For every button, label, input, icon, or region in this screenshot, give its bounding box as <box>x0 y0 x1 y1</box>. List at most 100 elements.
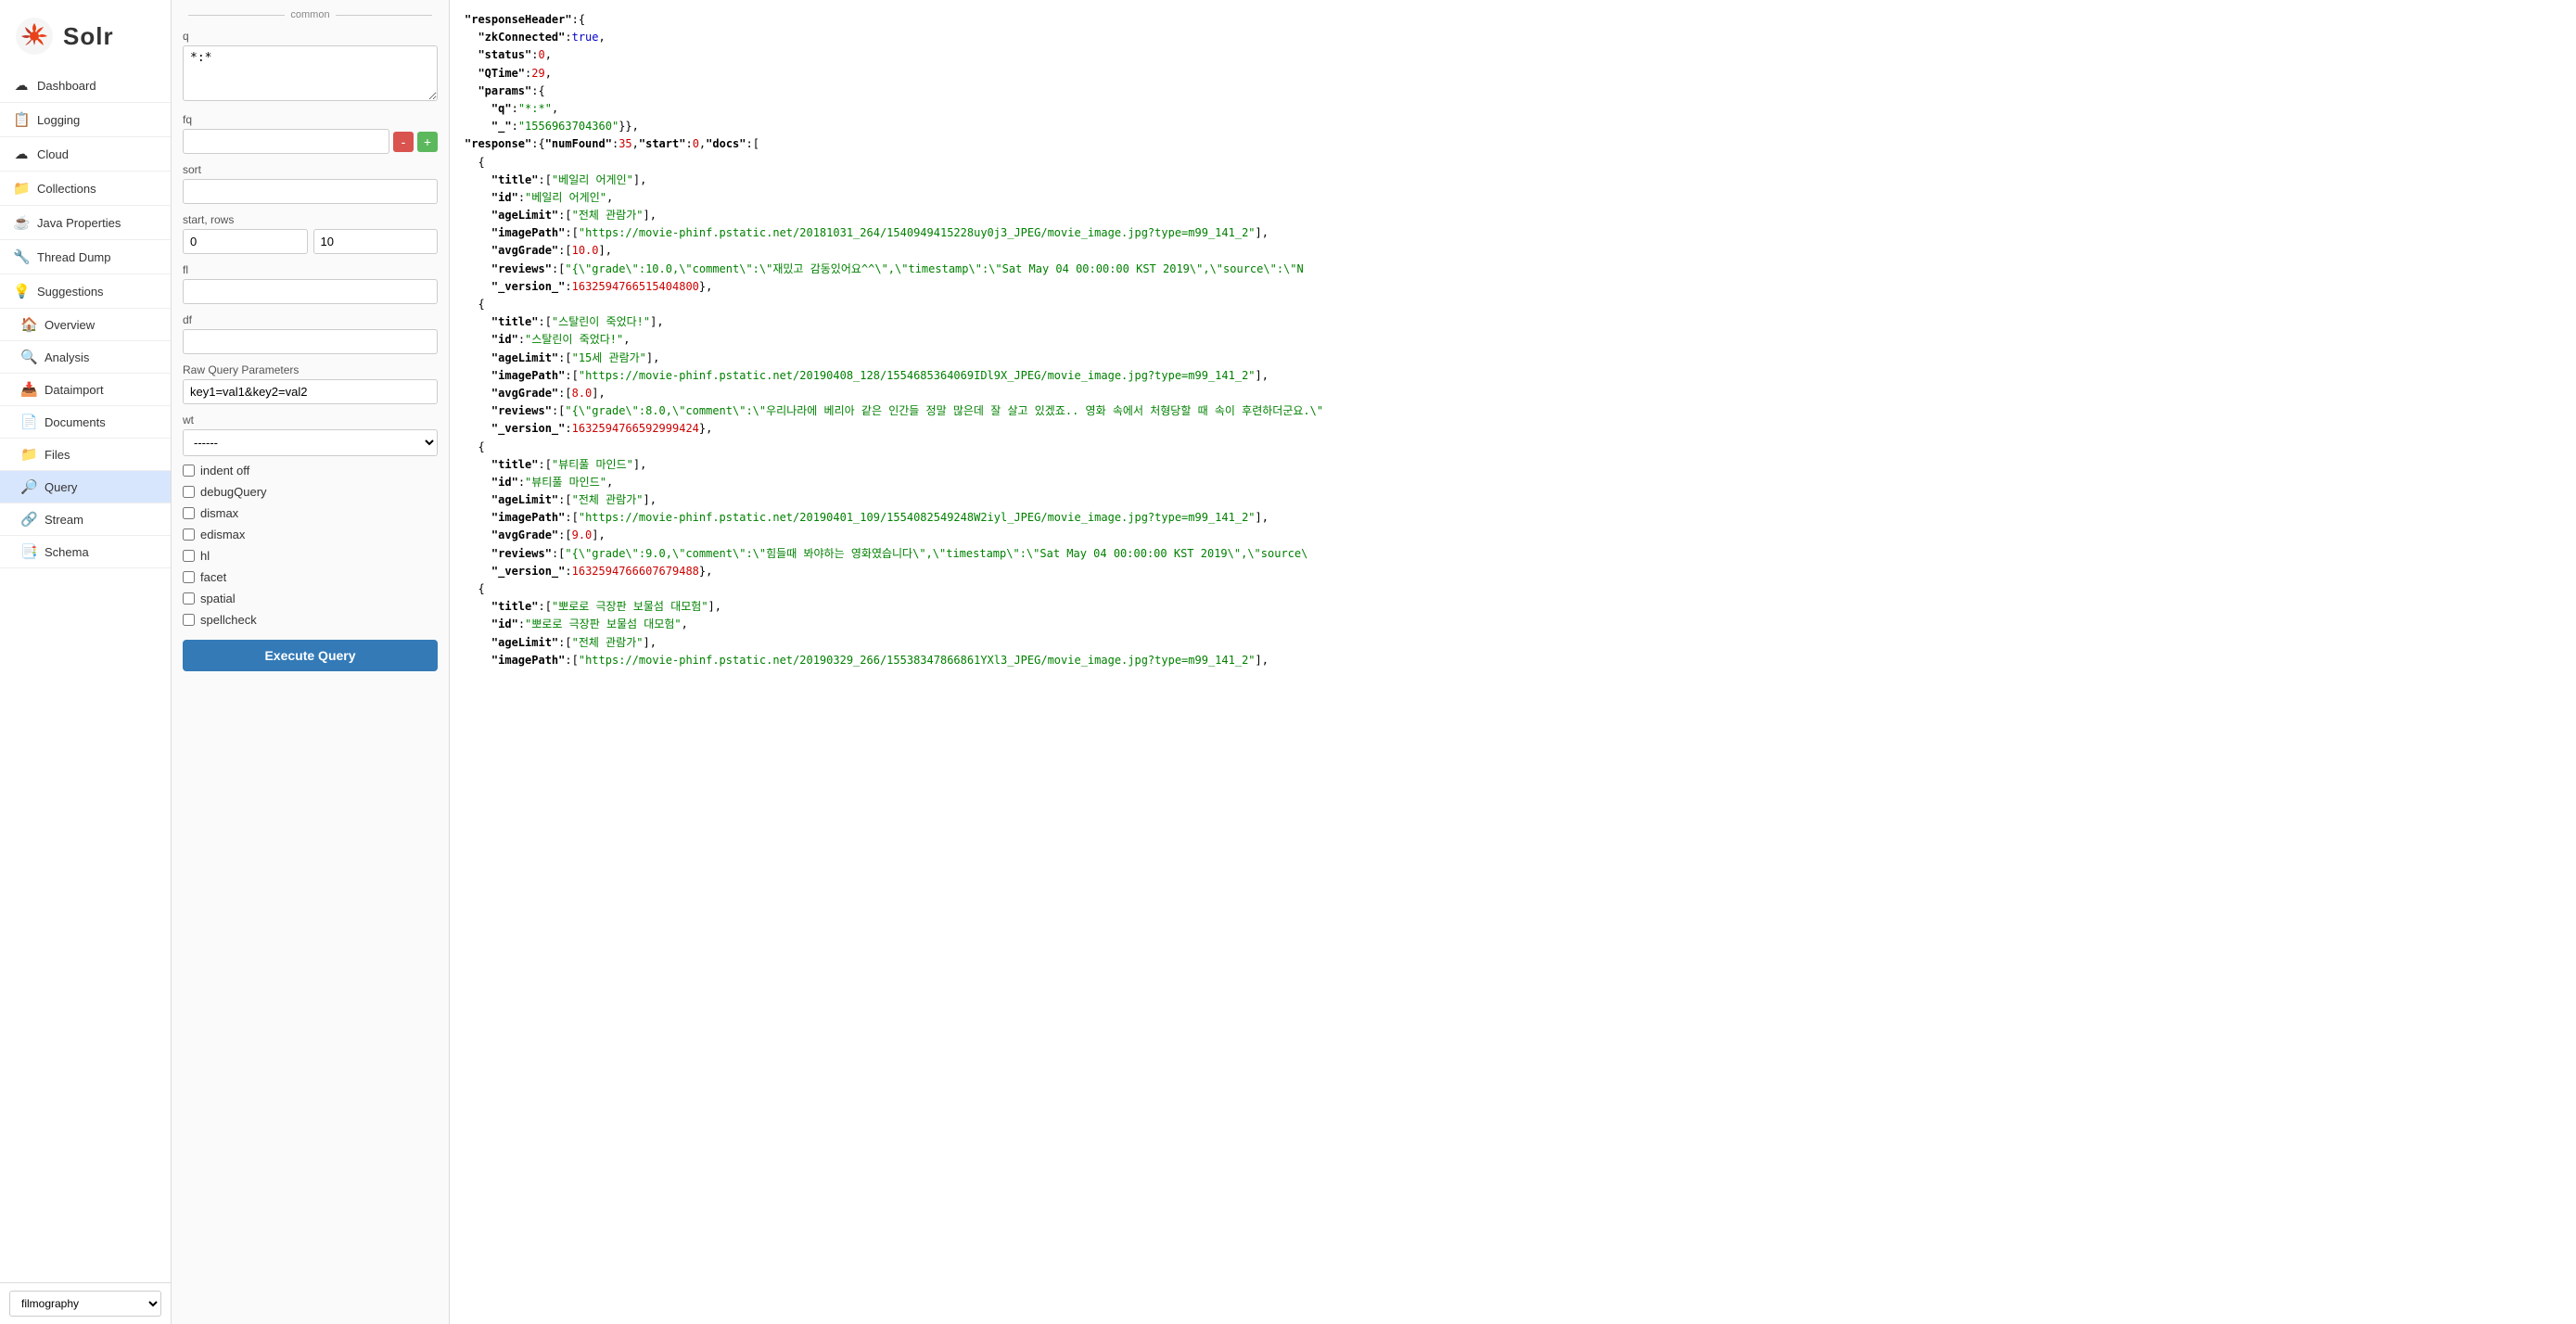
sub-nav-stream[interactable]: 🔗 Stream <box>0 503 171 536</box>
edismax-row: edismax <box>183 528 438 541</box>
sub-nav-analysis[interactable]: 🔍 Analysis <box>0 341 171 374</box>
indent-off-row: indent off <box>183 464 438 477</box>
facet-row: facet <box>183 570 438 584</box>
json-result: "responseHeader":{ "zkConnected":true, "… <box>465 11 2561 669</box>
debug-query-label[interactable]: debugQuery <box>200 485 267 499</box>
sub-nav-query-label: Query <box>45 480 77 494</box>
nav-thread-dump[interactable]: 🔧 Thread Dump <box>0 240 171 274</box>
nav-suggestions-label: Suggestions <box>37 285 104 299</box>
fq-add-button[interactable]: + <box>417 132 438 152</box>
spatial-label[interactable]: spatial <box>200 592 236 605</box>
df-input[interactable] <box>183 329 438 354</box>
q-input[interactable]: *:* <box>183 45 438 101</box>
query-panel: common q *:* fq - + sort start, rows fl … <box>172 0 450 1324</box>
wt-select[interactable]: ------ json xml csv <box>183 429 438 456</box>
nav-logging[interactable]: 📋 Logging <box>0 103 171 137</box>
analysis-icon: 🔍 <box>20 349 37 365</box>
indent-off-label[interactable]: indent off <box>200 464 249 477</box>
sub-nav-schema[interactable]: 📑 Schema <box>0 536 171 568</box>
fl-input[interactable] <box>183 279 438 304</box>
fq-label: fq <box>183 113 438 126</box>
sub-nav-documents[interactable]: 📄 Documents <box>0 406 171 439</box>
dataimport-icon: 📥 <box>20 381 37 398</box>
fq-row: - + <box>183 129 438 154</box>
nav-logging-label: Logging <box>37 113 80 127</box>
rows-input[interactable] <box>313 229 439 254</box>
suggestions-icon: 💡 <box>13 283 30 299</box>
df-label: df <box>183 313 438 326</box>
sub-nav-overview-label: Overview <box>45 318 95 332</box>
dismax-checkbox[interactable] <box>183 507 195 519</box>
sub-nav-overview[interactable]: 🏠 Overview <box>0 309 171 341</box>
fl-label: fl <box>183 263 438 276</box>
facet-checkbox[interactable] <box>183 571 195 583</box>
debug-query-checkbox[interactable] <box>183 486 195 498</box>
execute-query-button[interactable]: Execute Query <box>183 640 438 671</box>
documents-icon: 📄 <box>20 414 37 430</box>
nav-cloud[interactable]: ☁ Cloud <box>0 137 171 172</box>
edismax-checkbox[interactable] <box>183 528 195 541</box>
solr-brand-text: Solr <box>63 22 114 51</box>
edismax-label[interactable]: edismax <box>200 528 245 541</box>
debug-query-row: debugQuery <box>183 485 438 499</box>
logo-area: Solr <box>0 0 171 69</box>
raw-query-label: Raw Query Parameters <box>183 363 438 376</box>
hl-checkbox[interactable] <box>183 550 195 562</box>
spatial-checkbox[interactable] <box>183 592 195 605</box>
dismax-label[interactable]: dismax <box>200 506 238 520</box>
nav-java-properties[interactable]: ☕ Java Properties <box>0 206 171 240</box>
nav-dashboard-label: Dashboard <box>37 79 96 93</box>
nav-collections[interactable]: 📁 Collections <box>0 172 171 206</box>
spellcheck-checkbox[interactable] <box>183 614 195 626</box>
sub-nav-schema-label: Schema <box>45 545 89 559</box>
nav-suggestions[interactable]: 💡 Suggestions <box>0 274 171 309</box>
overview-icon: 🏠 <box>20 316 37 333</box>
fq-input[interactable] <box>183 129 389 154</box>
nav-dashboard[interactable]: ☁ Dashboard <box>0 69 171 103</box>
hl-label[interactable]: hl <box>200 549 210 563</box>
sub-nav-stream-label: Stream <box>45 513 83 527</box>
thread-dump-icon: 🔧 <box>13 248 30 265</box>
core-selector[interactable]: filmography <box>9 1291 161 1317</box>
collections-icon: 📁 <box>13 180 30 197</box>
cloud-icon: ☁ <box>13 146 30 162</box>
core-selector-area: filmography <box>0 1282 171 1324</box>
sort-input[interactable] <box>183 179 438 204</box>
nav-collections-label: Collections <box>37 182 96 196</box>
solr-logo-icon <box>15 17 54 56</box>
sub-nav-dataimport[interactable]: 📥 Dataimport <box>0 374 171 406</box>
q-label: q <box>183 30 438 43</box>
sub-nav-query[interactable]: 🔎 Query <box>0 471 171 503</box>
dashboard-icon: ☁ <box>13 77 30 94</box>
facet-label[interactable]: facet <box>200 570 226 584</box>
query-icon: 🔎 <box>20 478 37 495</box>
wt-label: wt <box>183 414 438 426</box>
results-panel: "responseHeader":{ "zkConnected":true, "… <box>450 0 2576 1324</box>
nav-cloud-label: Cloud <box>37 147 69 161</box>
java-properties-icon: ☕ <box>13 214 30 231</box>
logging-icon: 📋 <box>13 111 30 128</box>
sort-label: sort <box>183 163 438 176</box>
stream-icon: 🔗 <box>20 511 37 528</box>
sub-nav-files-label: Files <box>45 448 70 462</box>
spatial-row: spatial <box>183 592 438 605</box>
indent-off-checkbox[interactable] <box>183 465 195 477</box>
sub-nav-analysis-label: Analysis <box>45 350 89 364</box>
spellcheck-row: spellcheck <box>183 613 438 627</box>
nav-thread-dump-label: Thread Dump <box>37 250 110 264</box>
raw-query-input[interactable] <box>183 379 438 404</box>
sub-nav-dataimport-label: Dataimport <box>45 383 104 397</box>
common-section-title: common <box>183 9 438 20</box>
hl-row: hl <box>183 549 438 563</box>
sub-nav-documents-label: Documents <box>45 415 106 429</box>
fq-remove-button[interactable]: - <box>393 132 414 152</box>
schema-icon: 📑 <box>20 543 37 560</box>
start-rows-row <box>183 229 438 254</box>
start-input[interactable] <box>183 229 308 254</box>
spellcheck-label[interactable]: spellcheck <box>200 613 257 627</box>
nav-java-properties-label: Java Properties <box>37 216 121 230</box>
files-icon: 📁 <box>20 446 37 463</box>
start-rows-label: start, rows <box>183 213 438 226</box>
sub-nav-files[interactable]: 📁 Files <box>0 439 171 471</box>
sidebar: Solr ☁ Dashboard 📋 Logging ☁ Cloud 📁 Col… <box>0 0 172 1324</box>
